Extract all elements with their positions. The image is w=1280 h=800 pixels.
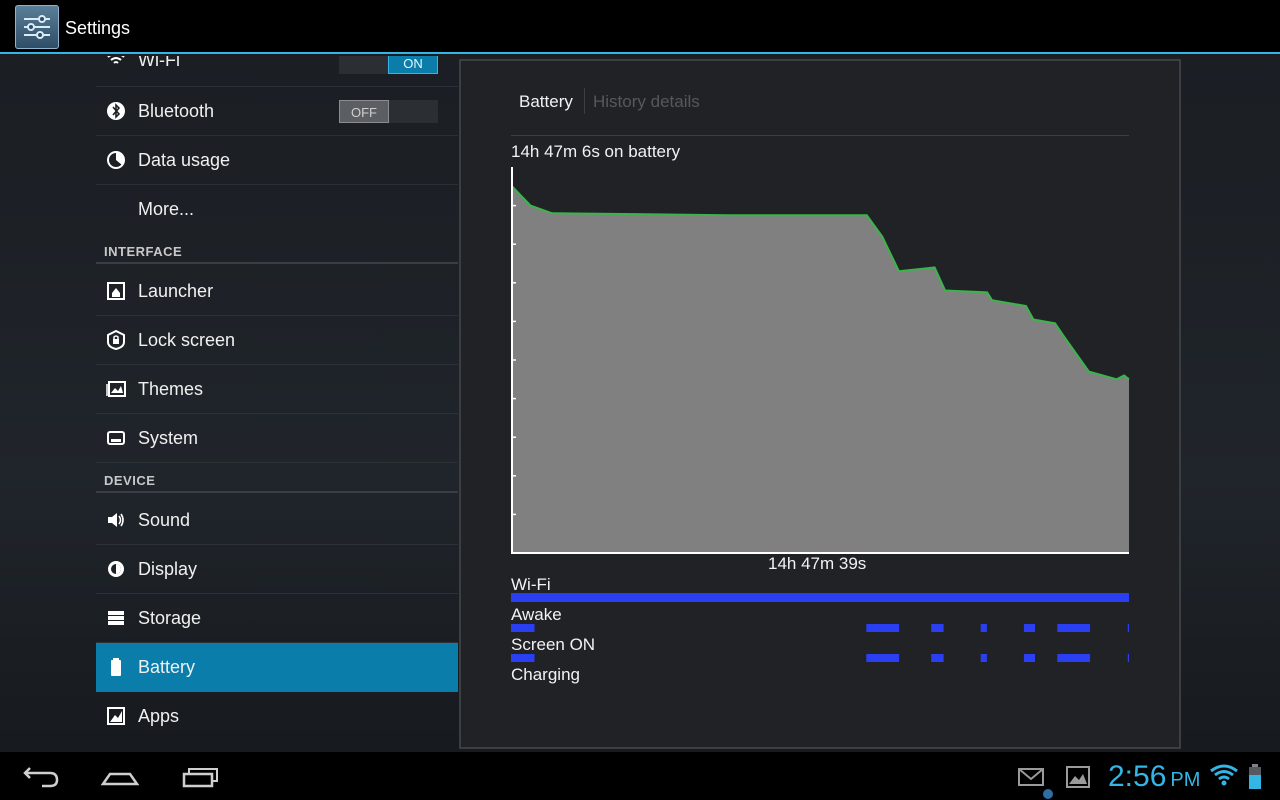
screen-track-segment: [866, 654, 900, 662]
gmail-notification-icon[interactable]: [1018, 768, 1044, 786]
clock-ampm: PM: [1170, 769, 1201, 791]
brightness-icon: [108, 561, 124, 577]
bluetooth-toggle-state: OFF: [339, 100, 389, 123]
awake-track-segment: [1127, 624, 1129, 632]
screen-track-segment: [980, 654, 987, 662]
wifi-track-segment: [511, 593, 1129, 602]
data-usage-icon: [107, 151, 125, 169]
lock-icon: [107, 330, 125, 350]
launcher-icon: [107, 282, 125, 300]
wifi-signal-icon: [1210, 764, 1238, 786]
settings-item-data-usage[interactable]: Data usage: [96, 136, 458, 185]
section-header-interface: INTERFACE: [96, 238, 458, 264]
wifi-history-track: [511, 593, 1129, 602]
awake-track-segment: [980, 624, 987, 632]
settings-item-label: Data usage: [138, 150, 231, 170]
wifi-toggle[interactable]: ON: [339, 56, 438, 74]
bluetooth-toggle[interactable]: OFF: [339, 100, 438, 123]
awake-track-segment: [866, 624, 900, 632]
notification-badge-icon: [1043, 789, 1053, 799]
settings-item-label: Battery: [138, 657, 196, 677]
settings-item-label: Display: [138, 559, 198, 579]
back-icon[interactable]: [22, 762, 60, 790]
settings-item-themes[interactable]: Themes: [96, 365, 458, 414]
settings-item-label: Wi-Fi: [138, 56, 180, 70]
action-bar: Settings: [0, 0, 1280, 54]
system-icon: [107, 431, 125, 445]
awake-track-segment: [511, 624, 535, 632]
tab-underline: [511, 135, 1129, 136]
settings-item-battery[interactable]: Battery: [96, 643, 458, 692]
settings-item-label: More...: [138, 199, 195, 219]
recent-apps-icon[interactable]: [182, 762, 220, 790]
screen-track-segment: [1023, 654, 1035, 662]
settings-item-more[interactable]: More...: [96, 185, 458, 234]
awake-track-segment: [931, 624, 944, 632]
themes-icon: [106, 381, 126, 397]
battery-status-icon: [1249, 764, 1261, 789]
settings-item-lock-screen[interactable]: Lock screen: [96, 316, 458, 365]
charging-history-track: [511, 681, 1129, 693]
battery-detail-panel: Battery History details 14h 47m 6s on ba…: [459, 59, 1181, 749]
system-navigation-bar: 2:56 PM: [0, 752, 1280, 800]
apps-icon: [107, 707, 125, 725]
wifi-icon: [107, 56, 125, 64]
app-title: Settings: [65, 18, 131, 38]
awake-history-track: [511, 624, 1129, 632]
settings-item-apps[interactable]: Apps: [96, 692, 458, 741]
settings-item-label: Sound: [138, 510, 191, 530]
tab-battery[interactable]: Battery: [519, 92, 573, 112]
awake-track-segment: [1023, 624, 1035, 632]
gallery-notification-icon[interactable]: [1066, 766, 1090, 788]
battery-level-chart: [511, 167, 1130, 554]
elapsed-time-label: 14h 47m 39s: [768, 554, 867, 573]
settings-item-storage[interactable]: Storage: [96, 594, 458, 643]
settings-item-label: Lock screen: [138, 330, 236, 350]
settings-item-label: Bluetooth: [138, 101, 215, 121]
settings-item-wifi[interactable]: Wi-Fi ON: [96, 56, 458, 87]
settings-item-launcher[interactable]: Launcher: [96, 267, 458, 316]
settings-item-label: System: [138, 428, 199, 448]
settings-list: Wi-Fi ON Bluetooth OFF Data usage More..…: [96, 56, 458, 752]
battery-level-area: [512, 186, 1129, 554]
wifi-toggle-state: ON: [388, 56, 438, 74]
speaker-icon: [108, 513, 124, 527]
screen-track-segment: [931, 654, 944, 662]
settings-sliders-icon: [24, 15, 50, 39]
screen-on-history-track: [511, 654, 1129, 662]
awake-track-segment: [1057, 624, 1091, 632]
tab-history-details[interactable]: History details: [593, 92, 700, 112]
screen-track-segment: [1057, 654, 1091, 662]
settings-item-label: Launcher: [138, 281, 214, 301]
on-battery-duration: 14h 47m 6s on battery: [511, 142, 681, 161]
section-title: DEVICE: [104, 473, 156, 488]
section-header-device: DEVICE: [96, 467, 458, 493]
tab-divider: [584, 88, 585, 114]
storage-icon: [108, 611, 124, 625]
settings-item-label: Themes: [138, 379, 204, 399]
screen-track-segment: [511, 654, 535, 662]
clock-time: 2:56: [1108, 760, 1167, 793]
status-clock: 2:56 PM: [1108, 760, 1200, 794]
settings-item-display[interactable]: Display: [96, 545, 458, 594]
settings-item-label: Storage: [138, 608, 202, 628]
settings-item-bluetooth[interactable]: Bluetooth OFF: [96, 87, 458, 136]
screen-track-segment: [1127, 654, 1129, 662]
bluetooth-icon: [107, 102, 125, 120]
settings-app-icon[interactable]: [15, 5, 59, 49]
settings-item-sound[interactable]: Sound: [96, 496, 458, 545]
settings-item-system[interactable]: System: [96, 414, 458, 463]
settings-item-label: Apps: [138, 706, 180, 726]
home-icon[interactable]: [100, 762, 140, 790]
section-title: INTERFACE: [104, 244, 183, 259]
battery-icon: [111, 658, 121, 676]
